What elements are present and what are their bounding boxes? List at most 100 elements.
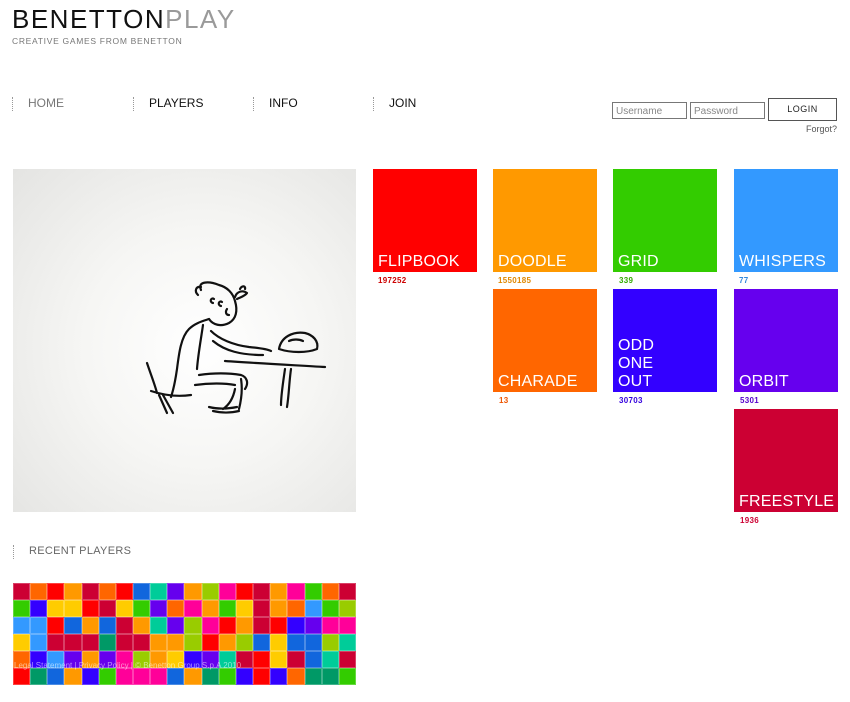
recent-player-avatar[interactable]: [184, 583, 202, 600]
recent-player-avatar[interactable]: [321, 651, 339, 668]
forgot-password-link[interactable]: Forgot?: [806, 124, 837, 134]
recent-player-avatar[interactable]: [338, 651, 356, 668]
recent-player-avatar[interactable]: [81, 600, 99, 617]
nav-info[interactable]: INFO: [253, 96, 298, 112]
recent-player-avatar[interactable]: [47, 668, 65, 685]
recent-player-avatar[interactable]: [115, 617, 134, 634]
recent-player-avatar[interactable]: [150, 583, 168, 600]
recent-player-avatar[interactable]: [287, 651, 305, 668]
game-tile-grid[interactable]: GRID: [613, 169, 717, 272]
recent-player-avatar[interactable]: [64, 668, 82, 685]
recent-player-avatar[interactable]: [13, 583, 31, 600]
game-tile-whispers[interactable]: WHISPERS: [734, 169, 838, 272]
recent-player-avatar[interactable]: [287, 583, 305, 600]
recent-player-avatar[interactable]: [47, 600, 65, 617]
recent-player-avatar[interactable]: [133, 668, 151, 685]
recent-player-avatar[interactable]: [150, 617, 168, 634]
recent-player-avatar[interactable]: [64, 617, 82, 634]
recent-player-avatar[interactable]: [81, 583, 99, 600]
recent-player-avatar[interactable]: [218, 634, 236, 651]
recent-player-avatar[interactable]: [64, 583, 82, 600]
recent-player-avatar[interactable]: [253, 634, 271, 651]
brand-logo[interactable]: BENETTONPLAY CREATIVE GAMES FROM BENETTO…: [12, 4, 236, 46]
recent-player-avatar[interactable]: [133, 634, 151, 651]
recent-player-avatar[interactable]: [167, 600, 185, 617]
recent-player-avatar[interactable]: [304, 600, 322, 617]
recent-player-avatar[interactable]: [253, 617, 271, 634]
recent-player-avatar[interactable]: [81, 668, 99, 685]
recent-player-avatar[interactable]: [287, 668, 305, 685]
recent-player-avatar[interactable]: [98, 600, 116, 617]
recent-player-avatar[interactable]: [235, 634, 254, 651]
recent-player-avatar[interactable]: [64, 600, 82, 617]
game-tile-charade[interactable]: CHARADE: [493, 289, 597, 392]
recent-player-avatar[interactable]: [167, 668, 185, 685]
recent-player-avatar[interactable]: [13, 617, 31, 634]
recent-player-avatar[interactable]: [321, 583, 339, 600]
recent-player-avatar[interactable]: [321, 617, 339, 634]
recent-player-avatar[interactable]: [98, 617, 116, 634]
recent-player-avatar[interactable]: [167, 583, 185, 600]
game-tile-flipbook[interactable]: FLIPBOOK: [373, 169, 477, 272]
nav-home[interactable]: HOME: [12, 96, 64, 112]
login-button[interactable]: LOGIN: [768, 98, 837, 121]
recent-player-avatar[interactable]: [235, 600, 254, 617]
game-tile-odd-one-out[interactable]: ODD ONE OUT: [613, 289, 717, 392]
recent-player-avatar[interactable]: [81, 634, 99, 651]
recent-player-avatar[interactable]: [321, 600, 339, 617]
recent-player-avatar[interactable]: [133, 600, 151, 617]
recent-player-avatar[interactable]: [30, 600, 48, 617]
nav-players[interactable]: PLAYERS: [133, 96, 203, 112]
recent-player-avatar[interactable]: [47, 634, 65, 651]
recent-player-avatar[interactable]: [235, 617, 254, 634]
recent-player-avatar[interactable]: [338, 668, 356, 685]
recent-player-avatar[interactable]: [13, 600, 31, 617]
recent-player-avatar[interactable]: [287, 634, 305, 651]
recent-player-avatar[interactable]: [304, 634, 322, 651]
recent-player-avatar[interactable]: [184, 668, 202, 685]
game-tile-orbit[interactable]: ORBIT: [734, 289, 838, 392]
recent-player-avatar[interactable]: [30, 583, 48, 600]
recent-player-avatar[interactable]: [133, 617, 151, 634]
recent-player-avatar[interactable]: [270, 634, 288, 651]
recent-player-avatar[interactable]: [304, 651, 322, 668]
recent-player-avatar[interactable]: [287, 600, 305, 617]
recent-player-avatar[interactable]: [184, 617, 202, 634]
username-input[interactable]: Username: [612, 102, 687, 119]
recent-player-avatar[interactable]: [253, 651, 271, 668]
recent-player-avatar[interactable]: [270, 668, 288, 685]
recent-player-avatar[interactable]: [30, 668, 48, 685]
password-input[interactable]: Password: [690, 102, 765, 119]
recent-player-avatar[interactable]: [218, 617, 236, 634]
featured-drawing[interactable]: [13, 169, 356, 512]
footer-legal-text[interactable]: Legal Statement | Privacy Policy | © Ben…: [14, 661, 241, 670]
recent-player-avatar[interactable]: [338, 583, 356, 600]
recent-player-avatar[interactable]: [98, 668, 116, 685]
recent-player-avatar[interactable]: [47, 617, 65, 634]
recent-player-avatar[interactable]: [321, 668, 339, 685]
recent-player-avatar[interactable]: [218, 583, 236, 600]
recent-player-avatar[interactable]: [338, 617, 356, 634]
recent-player-avatar[interactable]: [253, 583, 271, 600]
recent-player-avatar[interactable]: [184, 600, 202, 617]
recent-player-avatar[interactable]: [115, 583, 134, 600]
recent-player-avatar[interactable]: [218, 600, 236, 617]
recent-player-avatar[interactable]: [201, 583, 219, 600]
nav-join[interactable]: JOIN: [373, 96, 416, 112]
recent-player-avatar[interactable]: [13, 668, 31, 685]
recent-player-avatar[interactable]: [98, 583, 116, 600]
recent-player-avatar[interactable]: [253, 600, 271, 617]
recent-player-avatar[interactable]: [235, 583, 254, 600]
recent-player-avatar[interactable]: [235, 668, 254, 685]
recent-player-avatar[interactable]: [98, 634, 116, 651]
recent-player-avatar[interactable]: [304, 617, 322, 634]
recent-player-avatar[interactable]: [13, 634, 31, 651]
recent-player-avatar[interactable]: [253, 668, 271, 685]
recent-player-avatar[interactable]: [115, 634, 134, 651]
recent-player-avatar[interactable]: [150, 668, 168, 685]
recent-player-avatar[interactable]: [81, 617, 99, 634]
recent-player-avatar[interactable]: [115, 668, 134, 685]
recent-player-avatar[interactable]: [201, 634, 219, 651]
recent-player-avatar[interactable]: [270, 583, 288, 600]
recent-player-avatar[interactable]: [150, 600, 168, 617]
